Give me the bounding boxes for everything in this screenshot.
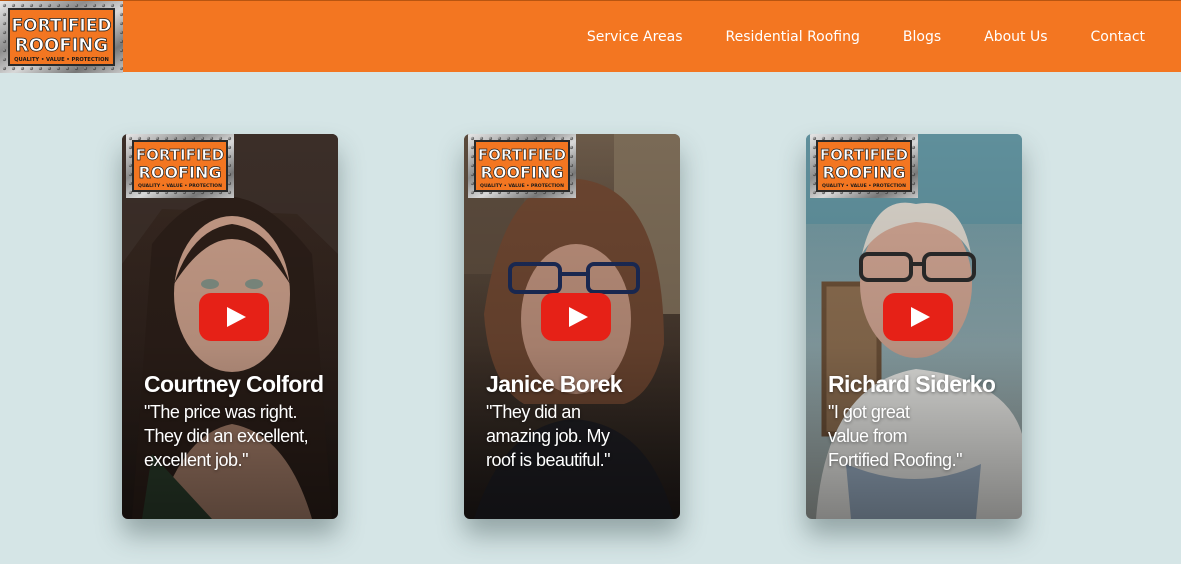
nav-about-us[interactable]: About Us bbox=[984, 29, 1047, 45]
svg-text:FORTIFIED: FORTIFIED bbox=[478, 146, 566, 164]
fortified-roofing-logo: FORTIFIED ROOFING QUALITY • VALUE • PROT… bbox=[126, 134, 234, 198]
svg-text:QUALITY • VALUE • PROTECTION: QUALITY • VALUE • PROTECTION bbox=[822, 183, 906, 189]
testimonial-name: Courtney Colford bbox=[144, 371, 324, 397]
nav-contact[interactable]: Contact bbox=[1091, 29, 1145, 45]
youtube-play-icon[interactable] bbox=[883, 293, 953, 341]
nav-blogs[interactable]: Blogs bbox=[903, 29, 941, 45]
nav-residential-roofing[interactable]: Residential Roofing bbox=[726, 29, 860, 45]
testimonial-name: Richard Siderko bbox=[828, 371, 996, 397]
testimonial-video-card-courtney[interactable]: FORTIFIED ROOFING QUALITY • VALUE • PROT… bbox=[122, 134, 338, 519]
svg-text:FORTIFIED: FORTIFIED bbox=[820, 146, 908, 164]
svg-text:FORTIFIED: FORTIFIED bbox=[136, 146, 224, 164]
svg-text:ROOFING: ROOFING bbox=[823, 163, 906, 182]
svg-text:QUALITY • VALUE • PROTECTION: QUALITY • VALUE • PROTECTION bbox=[14, 57, 109, 63]
fortified-roofing-logo[interactable]: FORTIFIED ROOFING QUALITY • VALUE • PROT… bbox=[0, 1, 123, 73]
svg-text:QUALITY • VALUE • PROTECTION: QUALITY • VALUE • PROTECTION bbox=[138, 183, 222, 189]
testimonial-name: Janice Borek bbox=[486, 371, 623, 397]
site-header: FORTIFIED ROOFING QUALITY • VALUE • PROT… bbox=[0, 0, 1181, 73]
svg-text:ROOFING: ROOFING bbox=[139, 163, 222, 182]
main-nav: Service Areas Residential Roofing Blogs … bbox=[587, 1, 1181, 73]
nav-service-areas[interactable]: Service Areas bbox=[587, 29, 683, 45]
youtube-play-icon[interactable] bbox=[541, 293, 611, 341]
youtube-play-icon[interactable] bbox=[199, 293, 269, 341]
fortified-roofing-logo: FORTIFIED ROOFING QUALITY • VALUE • PROT… bbox=[810, 134, 918, 198]
svg-text:ROOFING: ROOFING bbox=[481, 163, 564, 182]
testimonial-video-card-richard[interactable]: FORTIFIED ROOFING QUALITY • VALUE • PROT… bbox=[806, 134, 1022, 519]
svg-text:ROOFING: ROOFING bbox=[15, 35, 108, 56]
testimonial-quote: "They did an amazing job. My roof is bea… bbox=[486, 402, 610, 470]
fortified-roofing-logo: FORTIFIED ROOFING QUALITY • VALUE • PROT… bbox=[468, 134, 576, 198]
testimonial-quote: "The price was right. They did an excell… bbox=[144, 402, 309, 470]
svg-text:QUALITY • VALUE • PROTECTION: QUALITY • VALUE • PROTECTION bbox=[480, 183, 564, 189]
testimonial-quote: "I got great value from Fortified Roofin… bbox=[828, 402, 962, 470]
testimonial-video-card-janice[interactable]: FORTIFIED ROOFING QUALITY • VALUE • PROT… bbox=[464, 134, 680, 519]
svg-text:FORTIFIED: FORTIFIED bbox=[12, 16, 112, 36]
